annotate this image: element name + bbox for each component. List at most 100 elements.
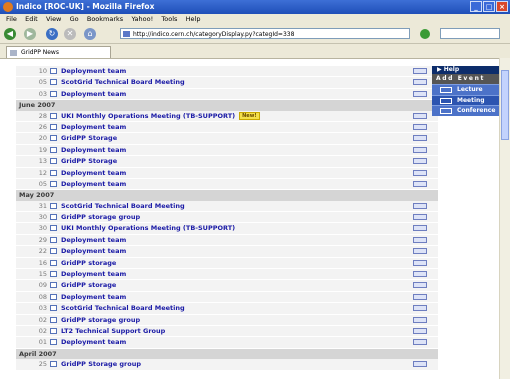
event-type-icon[interactable] bbox=[413, 316, 427, 323]
reload-icon[interactable]: ↻ bbox=[46, 28, 58, 40]
event-row: 19 Deployment team bbox=[16, 144, 438, 157]
event-title-link[interactable]: UKI Monthly Operations Meeting (TB-SUPPO… bbox=[61, 223, 235, 233]
event-type-icon[interactable] bbox=[413, 169, 427, 176]
event-type-icon[interactable] bbox=[413, 135, 427, 142]
event-type-icon[interactable] bbox=[413, 305, 427, 312]
add-meeting-button[interactable]: Meeting bbox=[432, 94, 500, 105]
event-row: 28 UKI Monthly Operations Meeting (TB-SUP… bbox=[16, 110, 438, 122]
event-type-icon[interactable] bbox=[413, 282, 427, 289]
maximize-button[interactable]: □ bbox=[483, 1, 495, 12]
event-title-link[interactable]: Deployment team bbox=[61, 145, 126, 155]
event-calendar-icon bbox=[50, 361, 57, 368]
event-title-link[interactable]: LT2 Technical Support Group bbox=[61, 326, 165, 336]
event-type-icon[interactable] bbox=[413, 259, 427, 266]
event-type-icon[interactable] bbox=[413, 79, 427, 86]
event-calendar-icon bbox=[50, 316, 57, 323]
event-type-icon[interactable] bbox=[413, 271, 427, 278]
minimize-button[interactable]: _ bbox=[470, 1, 482, 12]
event-calendar-icon bbox=[50, 180, 57, 187]
event-title-text: ScotGrid Technical Board Meeting bbox=[61, 78, 185, 87]
menu-view[interactable]: View bbox=[46, 14, 61, 25]
event-title-link[interactable]: ScotGrid Technical Board Meeting bbox=[61, 77, 185, 87]
event-type-icon[interactable] bbox=[413, 202, 427, 209]
event-title-link[interactable]: Deployment team bbox=[61, 122, 126, 132]
event-title-link[interactable]: Deployment team bbox=[61, 246, 126, 256]
conference-label: Conference bbox=[457, 107, 496, 114]
new-badge: New! bbox=[239, 111, 260, 120]
close-button[interactable]: × bbox=[496, 1, 508, 12]
event-title-link[interactable]: Deployment team bbox=[61, 66, 126, 76]
event-type-icon[interactable] bbox=[413, 123, 427, 130]
menu-file[interactable]: File bbox=[6, 14, 17, 25]
event-title-link[interactable]: Deployment team bbox=[61, 179, 126, 189]
add-conference-button[interactable]: Conference bbox=[432, 105, 500, 116]
event-day: 30 bbox=[38, 224, 47, 233]
event-title-link[interactable]: Deployment team bbox=[61, 292, 126, 302]
event-type-icon[interactable] bbox=[413, 90, 427, 97]
vertical-scrollbar[interactable] bbox=[499, 58, 510, 379]
event-type-icon[interactable] bbox=[413, 327, 427, 334]
event-title-link[interactable]: Deployment team bbox=[61, 89, 126, 99]
event-title-link[interactable]: ScotGrid Technical Board Meeting bbox=[61, 201, 185, 211]
scrollbar-thumb[interactable] bbox=[501, 70, 509, 140]
address-bar[interactable]: http://indico.cern.ch/categoryDisplay.py… bbox=[120, 28, 410, 39]
event-type-icon[interactable] bbox=[413, 293, 427, 300]
help-label: Help bbox=[443, 66, 460, 73]
event-row: 01 Deployment team bbox=[16, 337, 438, 349]
event-type-icon[interactable] bbox=[413, 339, 427, 346]
event-row: 03 Deployment team bbox=[16, 88, 438, 101]
event-title-link[interactable]: GridPP storage group bbox=[61, 315, 140, 325]
menu-yahoo[interactable]: Yahoo! bbox=[131, 14, 153, 25]
add-lecture-button[interactable]: Lecture bbox=[432, 84, 500, 95]
event-type-icon[interactable] bbox=[413, 236, 427, 243]
search-field[interactable] bbox=[440, 28, 500, 39]
event-row: 03 ScotGrid Technical Board Meeting bbox=[16, 303, 438, 315]
event-calendar-icon bbox=[50, 123, 57, 130]
menu-tools[interactable]: Tools bbox=[161, 14, 177, 25]
menu-go[interactable]: Go bbox=[70, 14, 79, 25]
event-calendar-icon bbox=[50, 169, 57, 176]
go-icon[interactable] bbox=[420, 29, 430, 39]
stop-icon[interactable]: ✕ bbox=[64, 28, 76, 40]
event-title-link[interactable]: Deployment team bbox=[61, 337, 126, 347]
event-title-link[interactable]: GridPP Storage bbox=[61, 156, 117, 166]
event-type-icon[interactable] bbox=[413, 68, 427, 74]
event-day: 02 bbox=[38, 315, 47, 324]
event-type-icon[interactable] bbox=[413, 248, 427, 255]
event-type-icon[interactable] bbox=[413, 180, 427, 187]
event-title-text: Deployment team bbox=[61, 247, 127, 256]
event-title-link[interactable]: Deployment team bbox=[61, 269, 126, 279]
event-title-link[interactable]: ScotGrid Technical Board Meeting bbox=[61, 303, 185, 313]
event-title-link[interactable]: GridPP storage bbox=[61, 280, 116, 290]
event-title-text: Deployment team bbox=[61, 292, 127, 301]
event-title-link[interactable]: GridPP Storage group bbox=[61, 359, 141, 369]
back-icon[interactable]: ◀ bbox=[4, 28, 16, 40]
event-title-link[interactable]: GridPP Storage bbox=[61, 133, 117, 143]
event-type-icon[interactable] bbox=[413, 158, 427, 165]
home-icon[interactable]: ⌂ bbox=[84, 28, 96, 40]
event-row: 26 Deployment team bbox=[16, 121, 438, 134]
event-title-link[interactable]: GridPP storage bbox=[61, 258, 116, 268]
menu-edit[interactable]: Edit bbox=[25, 14, 38, 25]
event-row: 16 GridPP storage bbox=[16, 257, 438, 270]
event-title-link[interactable]: GridPP storage group bbox=[61, 212, 140, 222]
window-controls: _ □ × bbox=[470, 1, 508, 12]
event-type-icon[interactable] bbox=[413, 361, 427, 368]
event-title-link[interactable]: UKI Monthly Operations Meeting (TB-SUPPO… bbox=[61, 111, 260, 121]
forward-icon[interactable]: ▶ bbox=[24, 28, 36, 40]
event-type-icon[interactable] bbox=[413, 112, 427, 119]
event-row: 05 ScotGrid Technical Board Meeting bbox=[16, 77, 438, 89]
event-row: 20 GridPP Storage bbox=[16, 133, 438, 145]
tab-gridpp-news[interactable]: GridPP News bbox=[6, 46, 111, 58]
event-row: 30 UKI Monthly Operations Meeting (TB-SUP… bbox=[16, 223, 438, 235]
lecture-label: Lecture bbox=[457, 86, 483, 93]
event-title-link[interactable]: Deployment team bbox=[61, 168, 126, 178]
event-type-icon[interactable] bbox=[413, 146, 427, 153]
menu-bookmarks[interactable]: Bookmarks bbox=[87, 14, 123, 25]
event-title-link[interactable]: Deployment team bbox=[61, 235, 126, 245]
event-type-icon[interactable] bbox=[413, 225, 427, 232]
event-title-text: GridPP Storage bbox=[61, 134, 118, 143]
help-link[interactable]: ▶ Help bbox=[432, 66, 500, 74]
event-type-icon[interactable] bbox=[413, 214, 427, 221]
menu-help[interactable]: Help bbox=[186, 14, 201, 25]
